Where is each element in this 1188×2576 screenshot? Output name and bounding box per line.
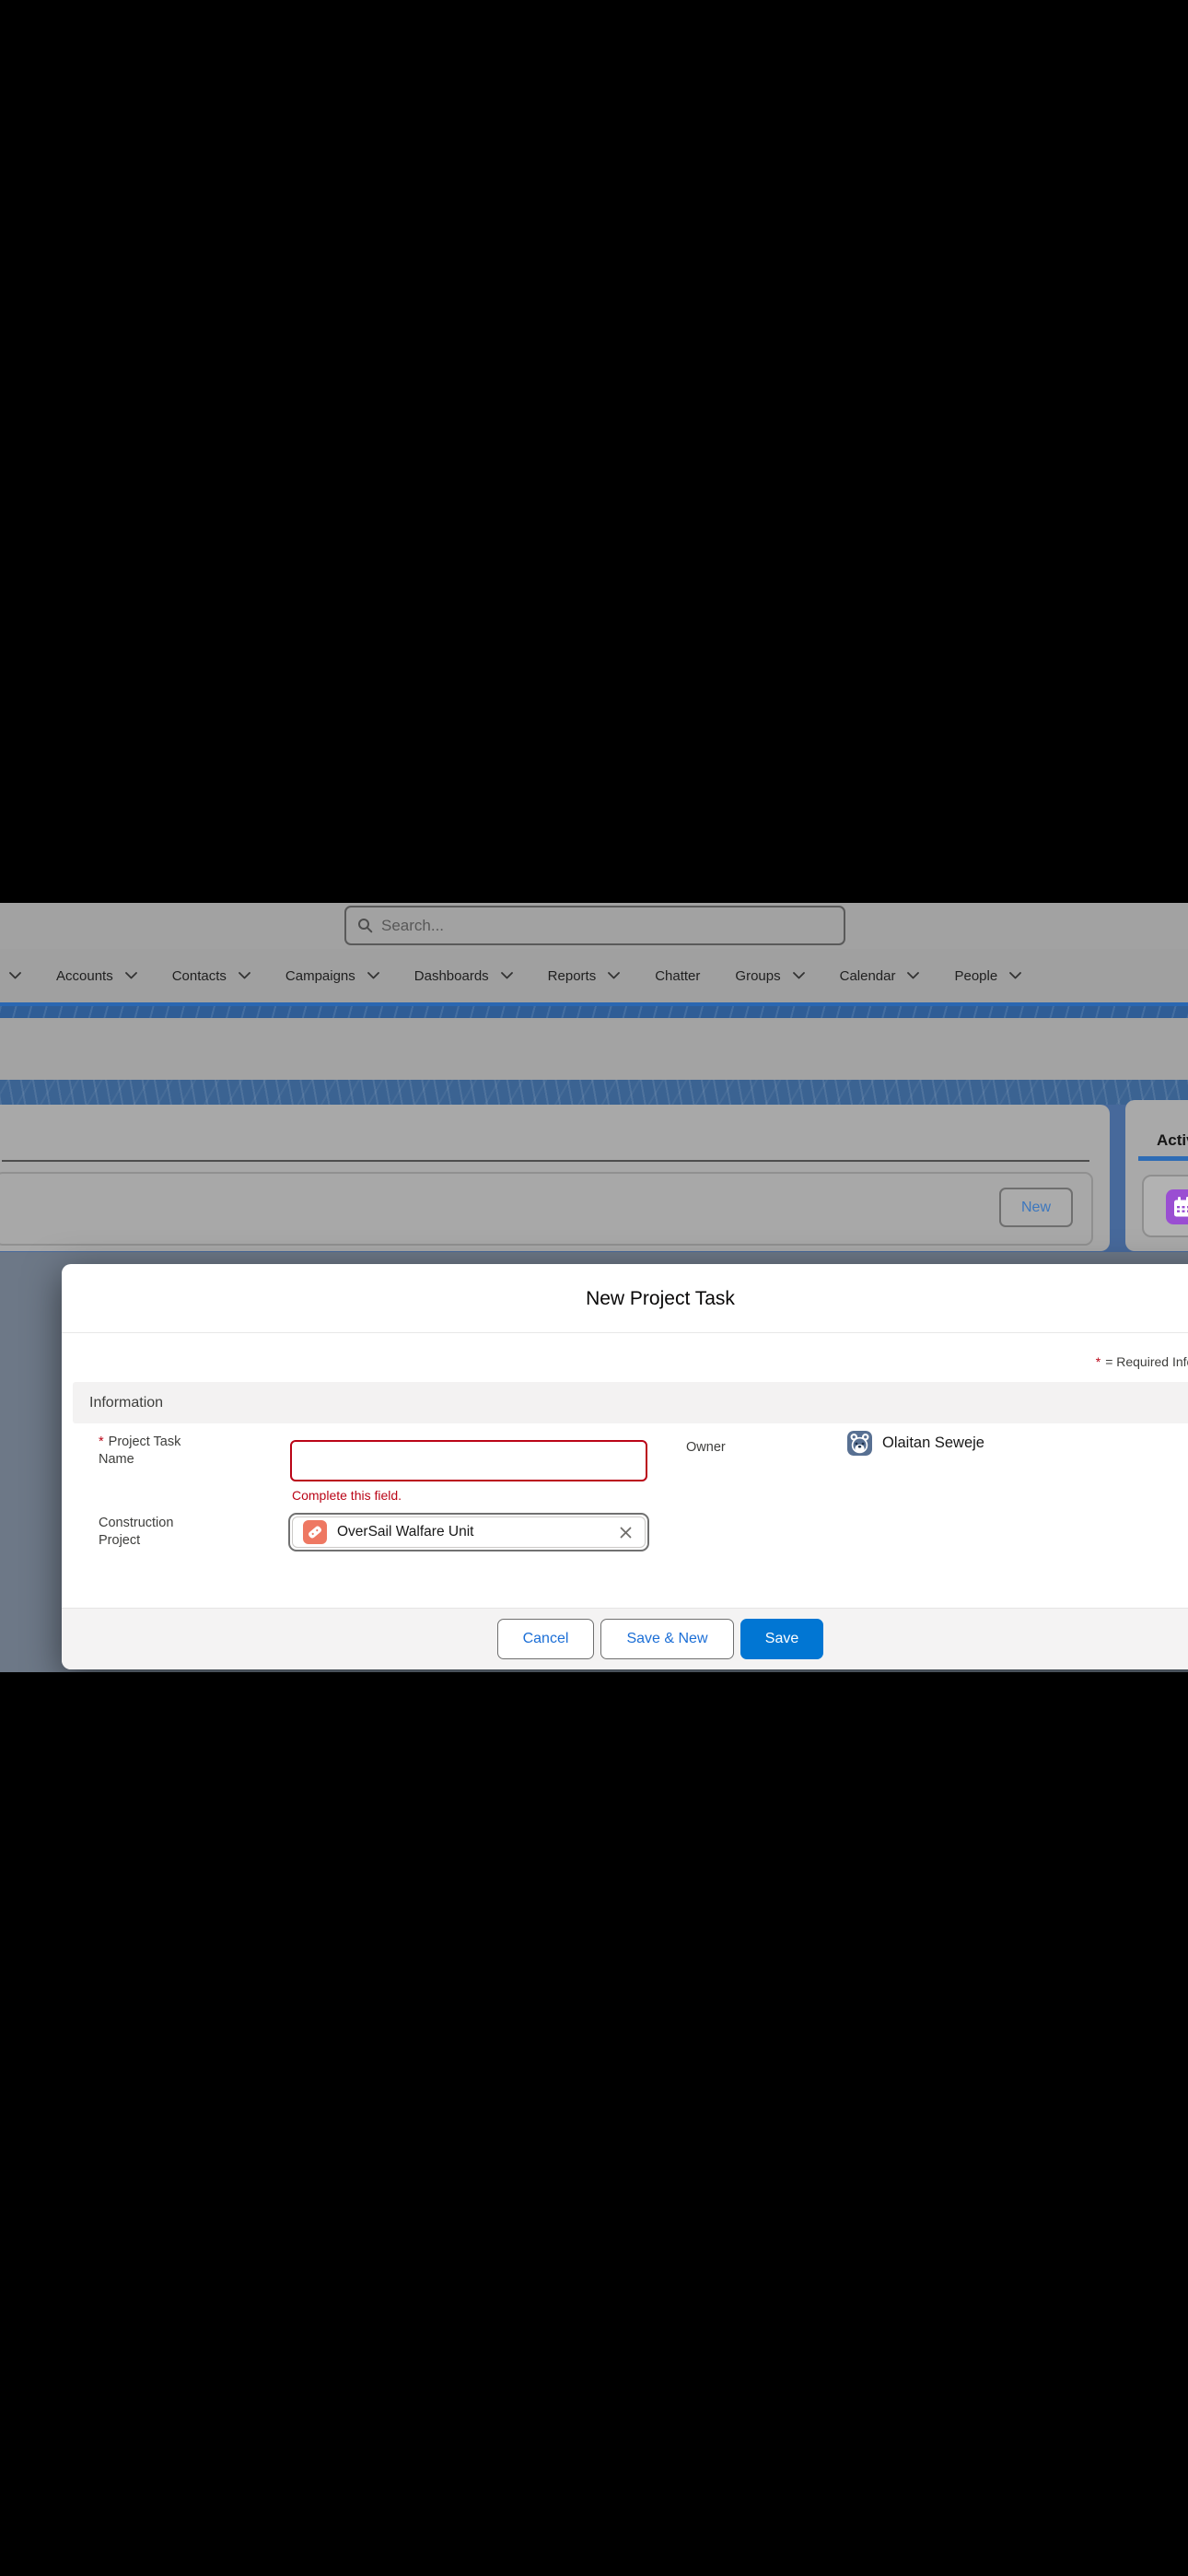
nav-tab-label: Campaigns: [285, 967, 355, 984]
new-event-button[interactable]: [1142, 1175, 1188, 1237]
chevron-down-icon[interactable]: [367, 972, 379, 979]
nav-tab-label: Reports: [547, 967, 597, 984]
nav-tab-label: Chatter: [655, 967, 701, 984]
required-note-text: = Required Information: [1105, 1354, 1188, 1369]
nav-tab[interactable]: Contacts: [172, 968, 250, 984]
new-project-task-modal: New Project Task * = Required Information…: [62, 1264, 1188, 1669]
new-button[interactable]: New: [999, 1188, 1073, 1227]
clear-selection-icon[interactable]: [617, 1524, 635, 1541]
search-input[interactable]: [381, 916, 833, 935]
save-new-button[interactable]: Save & New: [600, 1619, 734, 1659]
nav-tab-label: Accounts: [56, 967, 113, 984]
nav-tab[interactable]: [9, 972, 21, 979]
search-icon: [358, 919, 373, 933]
chevron-down-icon[interactable]: [124, 972, 137, 979]
construction-project-lookup[interactable]: OverSail Walfare Unit: [288, 1513, 649, 1551]
modal-title: New Project Task: [586, 1288, 735, 1309]
salesforce-window: Accounts Contacts Campaigns: [0, 903, 1188, 1672]
related-list-card: New: [0, 1105, 1110, 1251]
nav-tab-label: People: [954, 967, 998, 984]
project-task-name-label: * Project Task Name: [99, 1434, 181, 1468]
nav-tab-label: Contacts: [171, 967, 227, 984]
project-task-name-input[interactable]: [290, 1440, 647, 1481]
activity-panel-card: Activity: [1125, 1100, 1188, 1251]
modal-actions: Cancel Save & New Save: [497, 1619, 823, 1659]
chevron-down-icon[interactable]: [907, 972, 920, 979]
chevron-down-icon[interactable]: [500, 972, 513, 979]
page-texture-strip-top: [0, 1006, 1188, 1018]
chevron-down-icon[interactable]: [608, 972, 621, 979]
owner-label: Owner: [686, 1440, 726, 1455]
chevron-down-icon[interactable]: [1009, 972, 1022, 979]
required-info-note: * = Required Information: [1096, 1354, 1188, 1369]
nav-tab-label: Calendar: [839, 967, 896, 984]
nav-tab[interactable]: Groups: [735, 967, 805, 984]
nav-tab[interactable]: Reports: [548, 968, 621, 984]
nav-tab[interactable]: Accounts: [56, 968, 137, 984]
lookup-pill[interactable]: OverSail Walfare Unit: [292, 1516, 646, 1548]
nav-tab[interactable]: Campaigns: [285, 968, 379, 984]
nav-tab[interactable]: Dashboards: [414, 968, 513, 984]
lookup-value: OverSail Walfare Unit: [337, 1524, 474, 1540]
global-header: [0, 903, 1188, 949]
activity-tab-underline: [1138, 1156, 1188, 1161]
nav-tab[interactable]: Calendar: [840, 968, 920, 984]
owner-name: Olaitan Seweje: [882, 1434, 984, 1451]
construction-project-object-icon: [303, 1520, 327, 1544]
page-texture-strip: [0, 1080, 1188, 1105]
chevron-down-icon[interactable]: [9, 972, 21, 979]
activity-tab[interactable]: Activity: [1157, 1131, 1188, 1150]
nav-tab-label: Groups: [735, 967, 781, 984]
related-list-divider: [2, 1160, 1089, 1162]
field-error-message: Complete this field.: [292, 1488, 402, 1503]
construction-project-label: Construction Project: [99, 1516, 174, 1549]
chevron-down-icon[interactable]: [792, 972, 805, 979]
required-asterisk: *: [1095, 1354, 1101, 1369]
nav-tab-label: Dashboards: [413, 967, 489, 984]
nav-tab[interactable]: Chatter: [655, 968, 700, 984]
event-calendar-icon: [1166, 1189, 1188, 1224]
phone-screenshot: Accounts Contacts Campaigns: [0, 0, 1188, 2576]
owner-value: Olaitan Seweje: [847, 1431, 984, 1456]
nav-tab-bar: Accounts Contacts Campaigns Dashboards R…: [0, 949, 1188, 1002]
global-search[interactable]: [344, 906, 845, 945]
modal-header: New Project Task: [62, 1264, 1188, 1333]
modal-footer: Cancel Save & New Save: [62, 1608, 1188, 1669]
chevron-down-icon[interactable]: [239, 972, 250, 979]
user-avatar-icon: [847, 1431, 872, 1456]
nav-tab[interactable]: People: [954, 967, 1022, 984]
save-button[interactable]: Save: [740, 1619, 823, 1659]
record-highlights-band: [0, 1018, 1188, 1080]
related-list-inner-card: New: [0, 1172, 1093, 1246]
section-header-information: Information: [73, 1382, 1188, 1423]
cancel-button[interactable]: Cancel: [497, 1619, 594, 1659]
required-asterisk: *: [99, 1434, 104, 1449]
